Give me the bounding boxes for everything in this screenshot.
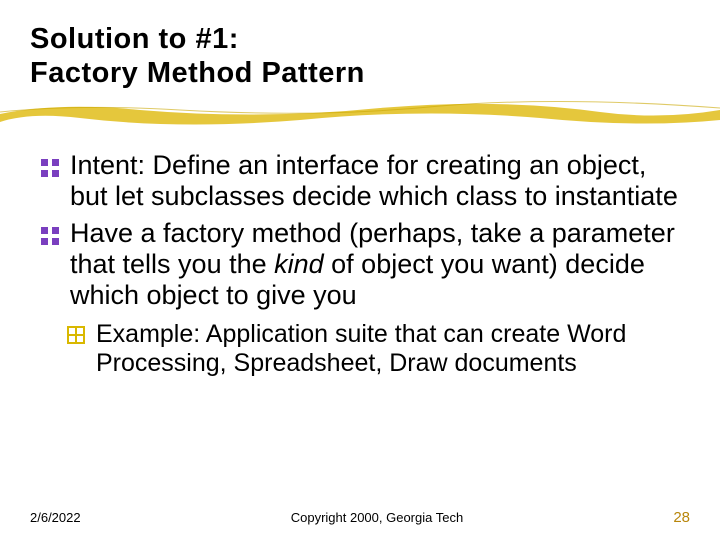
bullet-decor-icon	[40, 154, 60, 174]
footer-page-number: 28	[673, 509, 690, 526]
slide-body: Intent: Define an interface for creating…	[30, 150, 690, 377]
bullet-intent: Intent: Define an interface for creating…	[36, 150, 684, 212]
slide-title: Solution to #1: Factory Method Pattern	[30, 22, 690, 90]
slide: Solution to #1: Factory Method Pattern I…	[0, 0, 720, 540]
slide-footer: 2/6/2022 Copyright 2000, Georgia Tech 28	[0, 509, 720, 526]
bullet-factory-method: Have a factory method (perhaps, take a p…	[36, 218, 684, 310]
bullet-text: Intent: Define an interface for creating…	[70, 150, 678, 211]
title-underline	[30, 100, 690, 126]
title-line-1: Solution to #1:	[30, 22, 690, 56]
brush-stroke-icon	[0, 94, 720, 130]
subbullet-example: Example: Application suite that can crea…	[36, 320, 684, 377]
subbullet-decor-icon	[66, 323, 86, 343]
footer-copyright: Copyright 2000, Georgia Tech	[291, 510, 463, 525]
footer-date: 2/6/2022	[30, 510, 81, 525]
bullet-text-kind: kind	[274, 249, 324, 279]
subbullet-text: Example: Application suite that can crea…	[96, 320, 626, 377]
title-line-2: Factory Method Pattern	[30, 56, 690, 90]
bullet-decor-icon	[40, 222, 60, 242]
